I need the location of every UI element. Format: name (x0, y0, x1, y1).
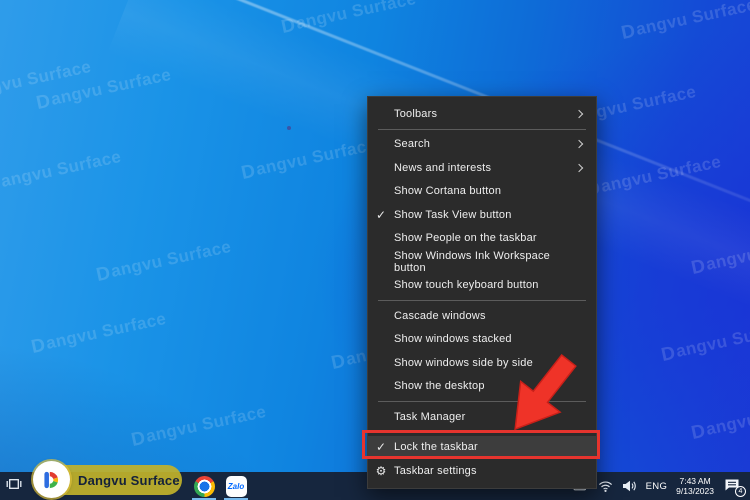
menu-item-label: Lock the taskbar (394, 441, 478, 454)
zalo-icon: Zalo (225, 475, 247, 497)
windows-desktop: { "desktop": { "watermark_text": "Dangvu… (0, 0, 750, 500)
menu-item-show-cortana-button[interactable]: Show Cortana button (368, 180, 596, 204)
clock-time: 7:43 AM (679, 476, 711, 486)
chevron-right-icon (574, 163, 584, 172)
menu-item-task-manager[interactable]: Task Manager (368, 405, 596, 429)
menu-item-label: News and interests (394, 161, 492, 174)
task-view-icon (6, 476, 22, 497)
language-indicator[interactable]: ENG (646, 481, 668, 492)
gear-icon: ⚙ (375, 463, 387, 478)
menu-item-taskbar-settings[interactable]: ⚙ Taskbar settings (368, 459, 596, 483)
menu-separator (378, 401, 586, 402)
menu-item-label: Show touch keyboard button (394, 279, 539, 292)
menu-item-show-people-on-the-taskbar[interactable]: Show People on the taskbar (368, 227, 596, 251)
action-center-button[interactable]: 4 (723, 477, 746, 497)
menu-separator (378, 300, 586, 301)
menu-item-label: Show windows stacked (394, 333, 512, 346)
menu-item-cascade-windows[interactable]: Cascade windows (368, 304, 596, 328)
checkmark-icon: ✓ (375, 440, 387, 455)
task-view-button[interactable] (0, 472, 28, 500)
taskbar-context-menu: Toolbars Search News and interests Show … (367, 96, 597, 489)
menu-item-label: Show Task View button (394, 208, 512, 221)
menu-item-show-windows-ink-workspace-button[interactable]: Show Windows Ink Workspace button (368, 250, 596, 274)
menu-item-label: Task Manager (394, 410, 466, 423)
chrome-icon (193, 475, 215, 497)
menu-item-label: Show the desktop (394, 380, 485, 393)
speaker-icon[interactable] (622, 479, 637, 493)
menu-item-show-windows-side-by-side[interactable]: Show windows side by side (368, 351, 596, 375)
chrome-taskbar-button[interactable] (188, 472, 220, 500)
menu-item-label: Search (394, 138, 431, 151)
menu-item-label: Cascade windows (394, 309, 486, 322)
menu-item-lock-the-taskbar[interactable]: ✓ Lock the taskbar (368, 435, 596, 459)
menu-item-search[interactable]: Search (368, 133, 596, 157)
menu-item-show-touch-keyboard-button[interactable]: Show touch keyboard button (368, 274, 596, 298)
menu-item-show-the-desktop[interactable]: Show the desktop (368, 375, 596, 399)
menu-separator (378, 128, 586, 130)
clock-date: 9/13/2023 (676, 486, 714, 496)
system-tray: ENG 7:43 AM 9/13/2023 4 (573, 472, 750, 500)
zalo-taskbar-button[interactable]: Zalo (220, 472, 252, 500)
wifi-icon[interactable] (598, 479, 613, 493)
screenshot-artifact-dot (287, 126, 291, 130)
checkmark-icon: ✓ (375, 207, 387, 222)
menu-item-show-windows-stacked[interactable]: Show windows stacked (368, 328, 596, 352)
menu-item-label: Toolbars (394, 107, 438, 120)
menu-item-news-and-interests[interactable]: News and interests (368, 156, 596, 180)
menu-item-toolbars[interactable]: Toolbars (368, 102, 596, 126)
menu-item-label: Show People on the taskbar (394, 232, 537, 245)
menu-item-label: Taskbar settings (394, 464, 477, 477)
chevron-right-icon (574, 140, 584, 149)
chevron-right-icon (574, 109, 584, 118)
menu-item-label: Show Windows Ink Workspace button (394, 249, 550, 274)
notification-badge: 4 (735, 486, 746, 497)
menu-item-label: Show Cortana button (394, 185, 502, 198)
menu-separator (378, 431, 586, 433)
menu-item-label: Show windows side by side (394, 356, 533, 369)
clock[interactable]: 7:43 AM 9/13/2023 (676, 476, 714, 496)
menu-item-show-task-view-button[interactable]: ✓ Show Task View button (368, 203, 596, 227)
